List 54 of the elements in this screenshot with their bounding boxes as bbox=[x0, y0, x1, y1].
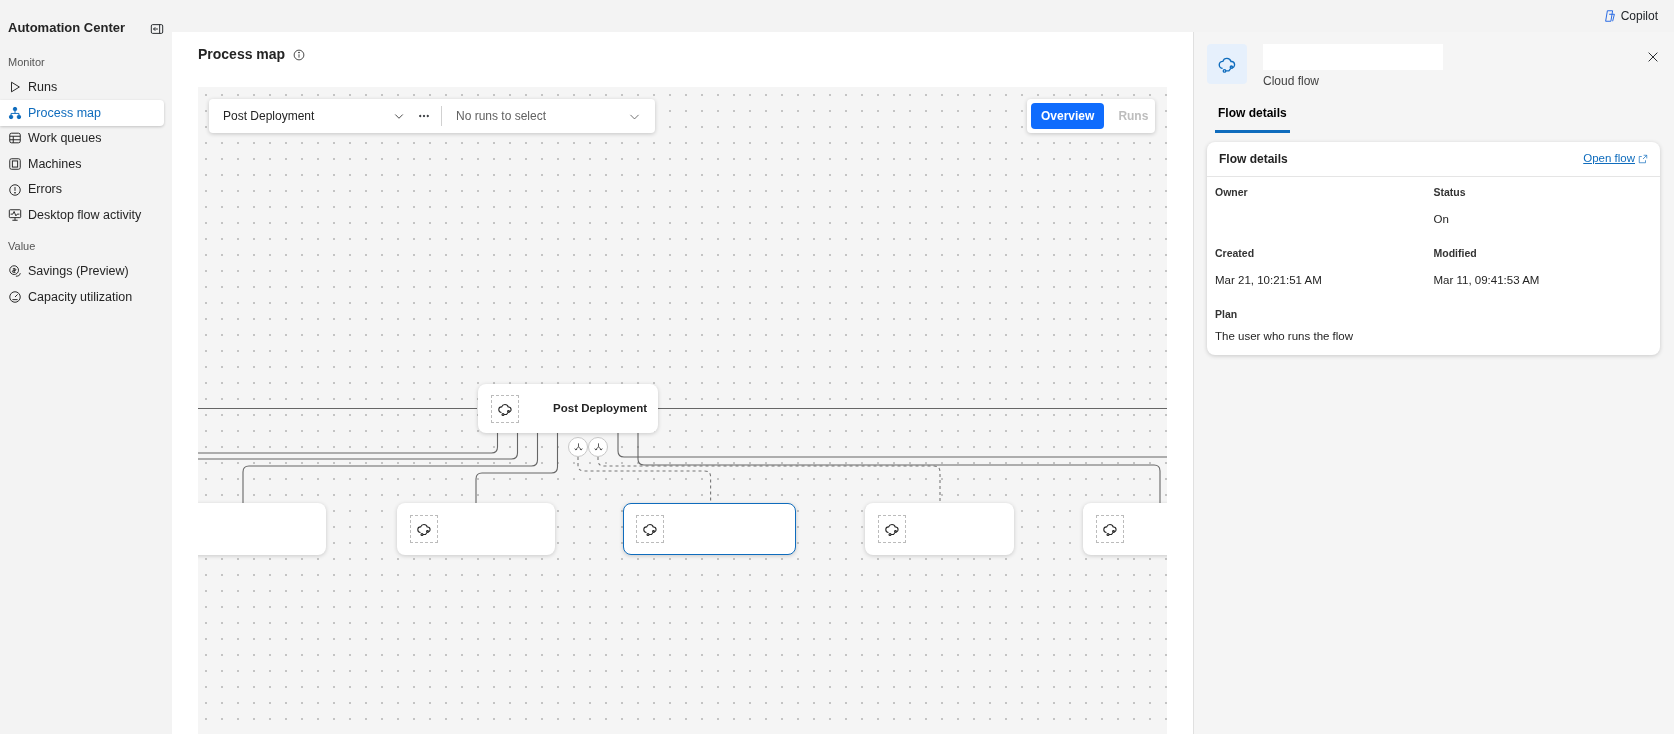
field-label: Modified bbox=[1433, 246, 1478, 261]
section-heading: Monitor bbox=[7, 55, 46, 70]
nav-item[interactable]: Work queues bbox=[0, 125, 164, 152]
nav-item[interactable]: Desktop flow activity bbox=[0, 202, 164, 229]
flow-dropdown[interactable]: Post Deployment bbox=[209, 102, 411, 130]
coins-icon bbox=[8, 264, 22, 279]
info-icon bbox=[293, 48, 306, 61]
branch-button[interactable] bbox=[568, 437, 588, 457]
cloud-flow-icon bbox=[1102, 521, 1118, 537]
device-icon bbox=[8, 157, 22, 172]
field-value: On bbox=[1433, 211, 1450, 227]
branch-icon bbox=[592, 441, 604, 453]
flow-node[interactable] bbox=[198, 503, 326, 555]
card-title: Flow details bbox=[1219, 151, 1288, 168]
nav-item[interactable]: Machines bbox=[0, 151, 164, 177]
open-flow-link[interactable]: Open flow bbox=[1583, 150, 1648, 168]
page-title: Process map bbox=[198, 45, 286, 64]
branch-button[interactable] bbox=[588, 437, 608, 457]
flow-node[interactable] bbox=[397, 503, 555, 555]
cloud-flow-icon bbox=[642, 521, 658, 537]
flow-node[interactable] bbox=[865, 503, 1014, 555]
field-value: The user who runs the flow bbox=[1215, 328, 1355, 344]
gauge-icon bbox=[8, 289, 22, 304]
monitor-pulse-icon bbox=[8, 208, 22, 223]
play-icon bbox=[8, 80, 22, 95]
field-value: Mar 11, 09:41:53 AM bbox=[1433, 272, 1541, 288]
table-icon bbox=[8, 131, 22, 146]
nav-item[interactable]: Process map bbox=[0, 100, 164, 126]
panel-subtitle: Cloud flow bbox=[1263, 73, 1321, 90]
branch-icon bbox=[572, 441, 584, 453]
nav-item[interactable]: Savings (Preview) bbox=[0, 258, 164, 285]
node-label: Post Deployment bbox=[553, 400, 647, 416]
nav-item[interactable]: Capacity utilization bbox=[0, 284, 164, 310]
runs-dropdown[interactable]: No runs to select bbox=[442, 102, 655, 130]
panel-collapse-icon bbox=[150, 21, 164, 36]
external-link-icon bbox=[1638, 154, 1648, 164]
view-tab[interactable]: Overview bbox=[1031, 103, 1105, 129]
cloud-flow-icon bbox=[884, 521, 900, 537]
field-label: Status bbox=[1433, 185, 1467, 200]
copilot-button[interactable]: Copilot bbox=[1602, 7, 1658, 25]
app-title: Automation Center bbox=[7, 19, 125, 38]
field-label: Created bbox=[1215, 246, 1256, 261]
field-value: Mar 21, 10:21:51 AM bbox=[1215, 272, 1323, 288]
error-icon bbox=[8, 182, 22, 197]
nav-item[interactable]: Runs bbox=[0, 74, 164, 101]
hierarchy-icon bbox=[8, 105, 22, 120]
flow-node[interactable] bbox=[623, 503, 796, 555]
cloud-flow-icon bbox=[416, 521, 432, 537]
nav-item[interactable]: Errors bbox=[0, 176, 164, 203]
field-label: Owner bbox=[1215, 185, 1249, 200]
panel-tab[interactable]: Flow details bbox=[1215, 98, 1290, 133]
section-heading: Value bbox=[7, 239, 37, 255]
field-label: Plan bbox=[1215, 307, 1239, 322]
flow-node[interactable]: Post Deployment bbox=[478, 384, 658, 433]
